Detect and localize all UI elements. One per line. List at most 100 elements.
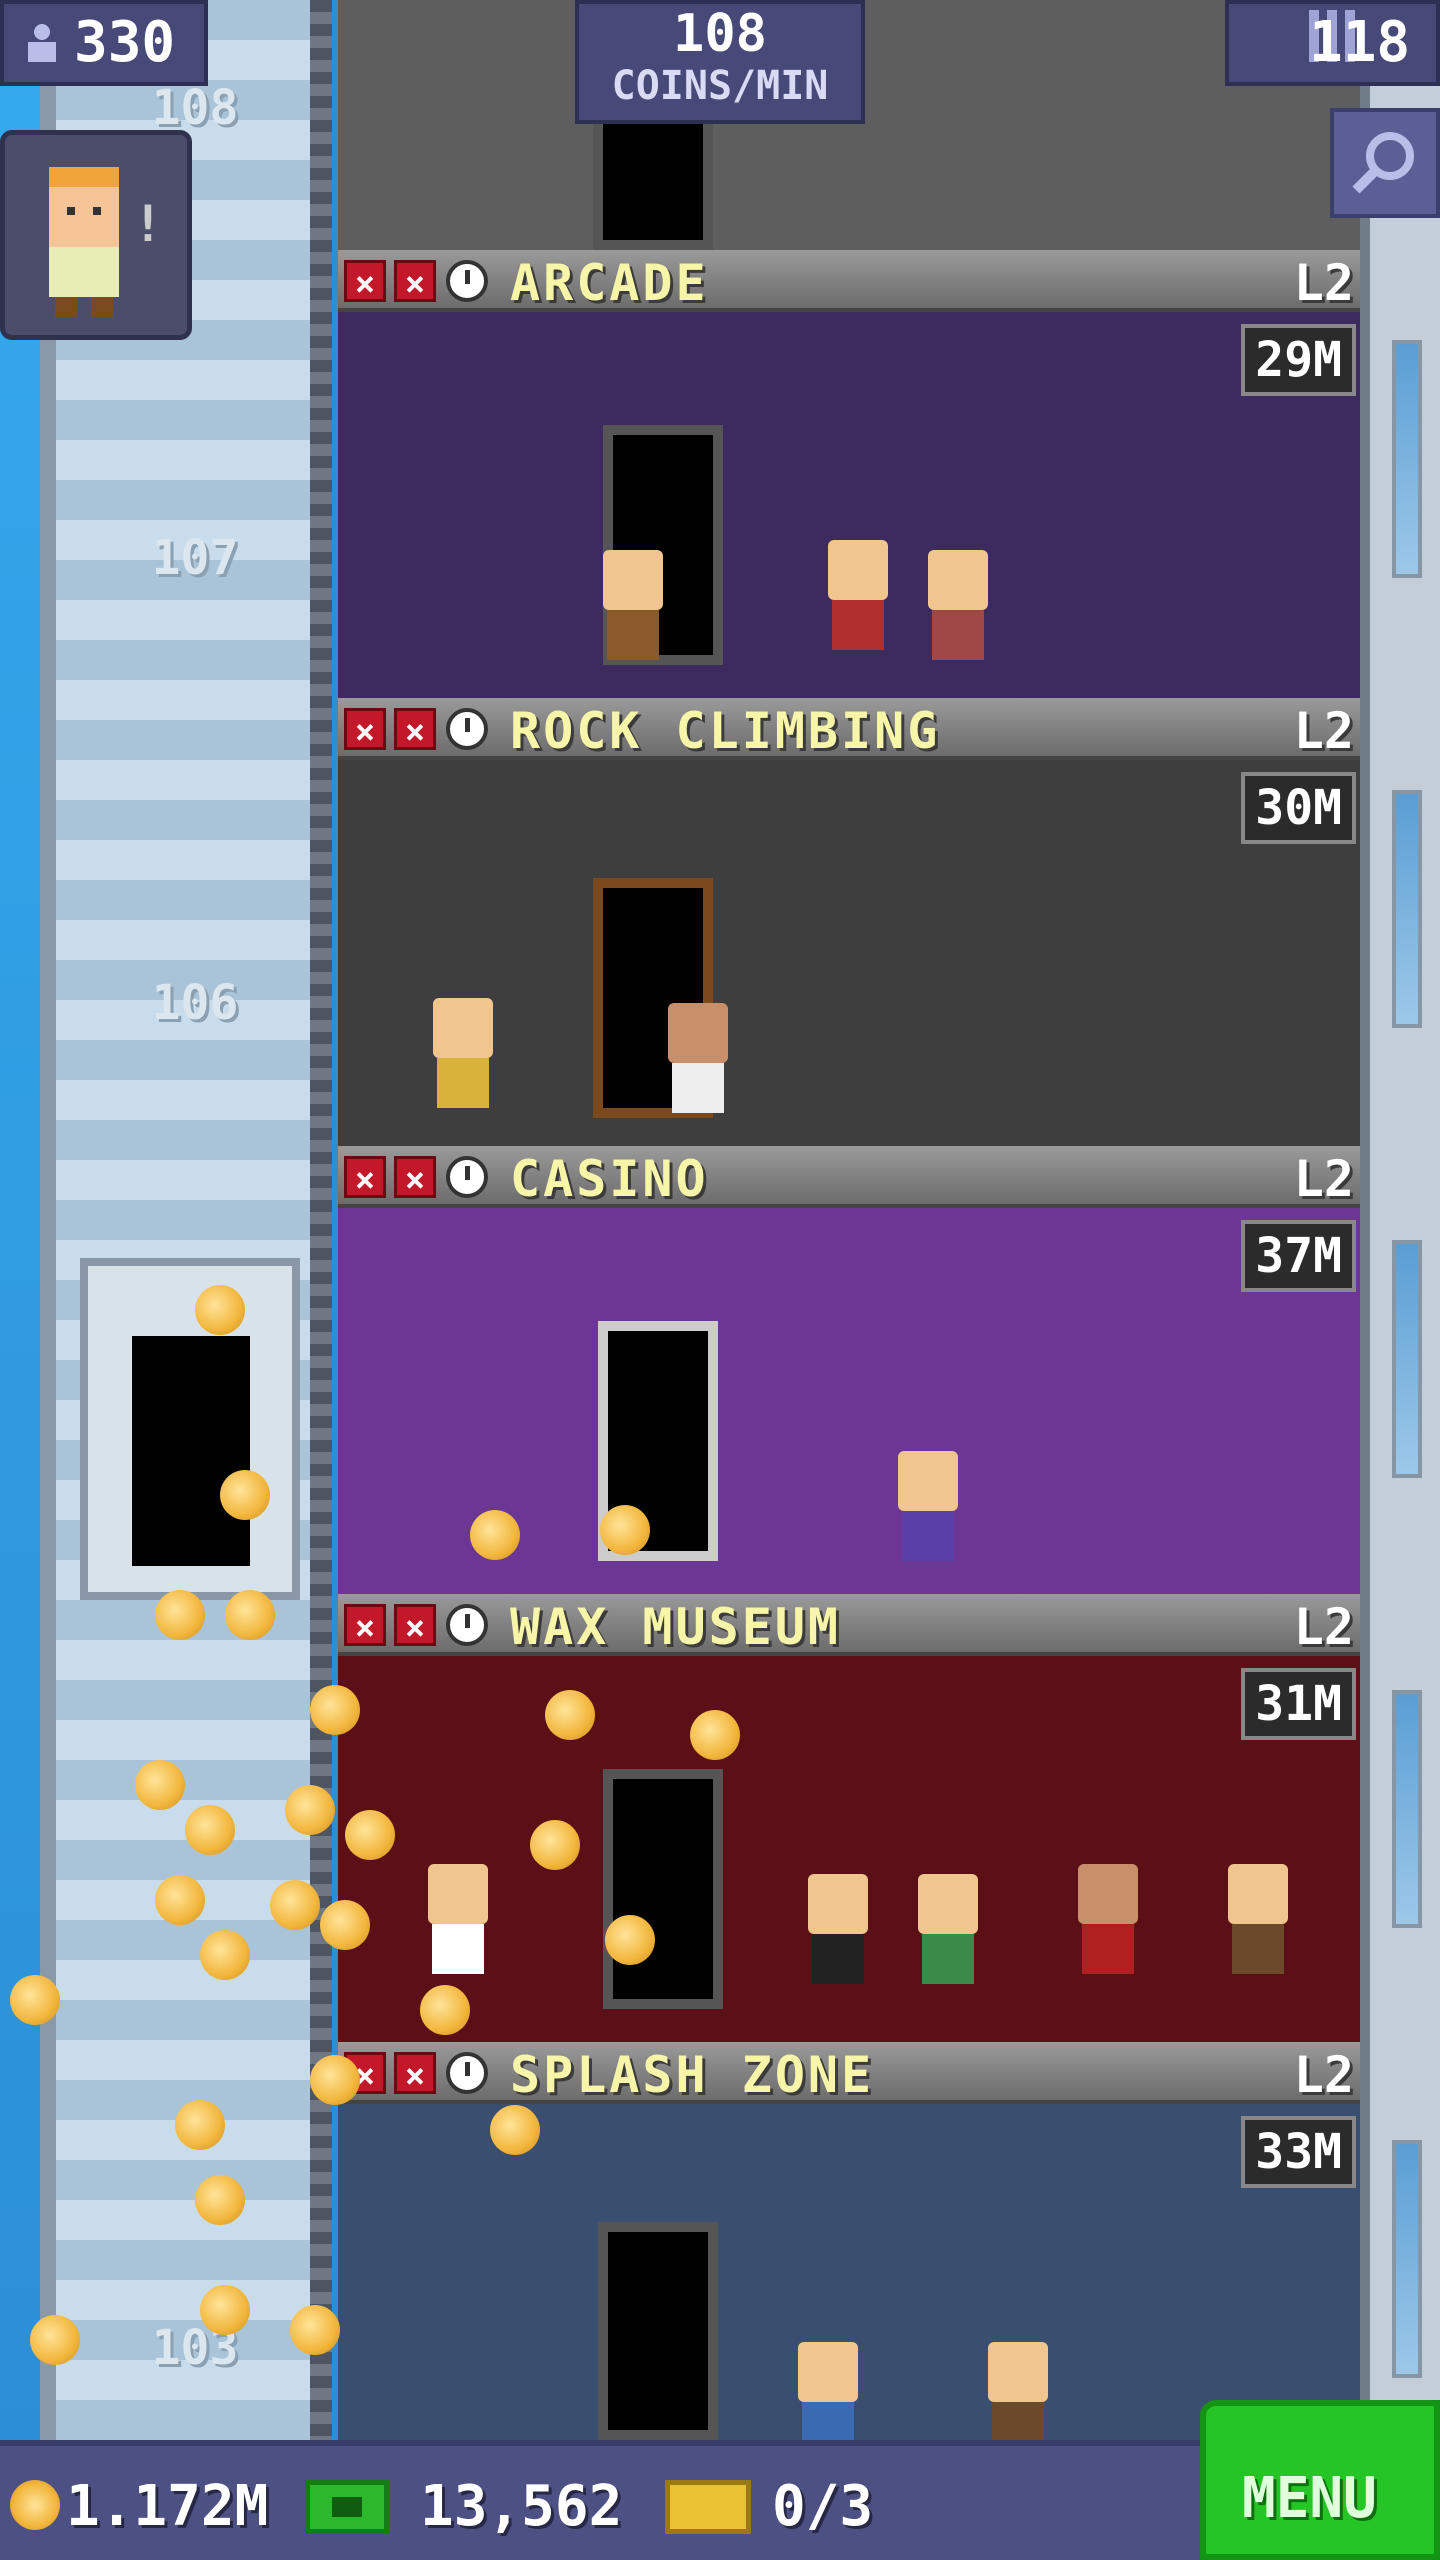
coin-particle: [30, 2315, 80, 2365]
coin-particle: [220, 1470, 270, 1520]
resident: [988, 2342, 1048, 2452]
clock-icon: [446, 1156, 488, 1198]
visitor-button[interactable]: !: [0, 130, 192, 340]
menu-label: MENU: [1242, 2466, 1377, 2531]
elevator-shaft: [40, 0, 330, 2440]
floor-level: L2: [1293, 2046, 1354, 2104]
menu-button[interactable]: MENU: [1200, 2400, 1440, 2560]
resident: [828, 540, 888, 650]
floor-count-value: 118: [1309, 10, 1411, 75]
x-icon: ×: [344, 260, 386, 304]
bux-icon: [305, 2480, 389, 2534]
coin-particle: [420, 1985, 470, 2035]
x-icon: ×: [394, 1604, 436, 1648]
floor-header: × × ARCADE L2: [338, 250, 1360, 312]
coin-particle: [530, 1820, 580, 1870]
population-value: 330: [74, 10, 176, 75]
floor-count-counter[interactable]: 118: [1225, 0, 1440, 86]
coin-particle: [490, 2105, 540, 2155]
clock-icon: [446, 1604, 488, 1646]
coin-particle: [175, 2100, 225, 2150]
shaft-floor-number: 107: [151, 530, 239, 586]
floor-timer: 30M: [1241, 772, 1356, 844]
shaft-floor-number: 106: [151, 975, 239, 1031]
coin-particle: [345, 1810, 395, 1860]
floor-timer: 31M: [1241, 1668, 1356, 1740]
clock-icon: [446, 2052, 488, 2094]
coin-particle: [545, 1690, 595, 1740]
clock-icon: [446, 260, 488, 302]
right-window: [1392, 1690, 1422, 1928]
floor-door: [598, 2222, 718, 2440]
floor-timer: 37M: [1241, 1220, 1356, 1292]
elevator-car[interactable]: [80, 1258, 300, 1600]
x-icon: ×: [394, 1156, 436, 1200]
clock-icon: [446, 708, 488, 750]
floor-level: L2: [1293, 702, 1354, 760]
coins-value: 1.172M: [66, 2474, 269, 2539]
x-icon: ×: [344, 708, 386, 752]
coins-per-minute-value: 108: [673, 4, 767, 64]
zoom-icon: [1352, 132, 1414, 194]
coin-particle: [605, 1915, 655, 1965]
right-window: [1392, 1240, 1422, 1478]
x-icon: ×: [394, 708, 436, 752]
coin-particle: [200, 1930, 250, 1980]
floor-header: × × CASINO L2: [338, 1146, 1360, 1208]
wax-figure: [1228, 1864, 1288, 1974]
floor-name: ARCADE: [510, 254, 709, 312]
tickets-value: 0/3: [772, 2474, 874, 2539]
floor-header: × × WAX MUSEUM L2: [338, 1594, 1360, 1656]
x-icon: ×: [344, 1604, 386, 1648]
floor-level: L2: [1293, 254, 1354, 312]
coin-particle: [185, 1805, 235, 1855]
population-icon: [28, 24, 56, 62]
floor-name: WAX MUSEUM: [510, 1598, 842, 1656]
coin-particle: [600, 1505, 650, 1555]
x-icon: ×: [394, 260, 436, 304]
resident: [898, 1451, 958, 1561]
coin-particle: [10, 1975, 60, 2025]
right-window: [1392, 790, 1422, 1028]
coin-particle: [285, 1785, 335, 1835]
zoom-button[interactable]: [1330, 108, 1440, 218]
floor-arcade[interactable]: × × ARCADE L2 29M: [338, 250, 1360, 700]
right-window: [1392, 2140, 1422, 2378]
floor-door: [603, 1769, 723, 2009]
floor-name: ROCK CLIMBING: [510, 702, 941, 760]
shaft-floor-number: 108: [151, 80, 239, 136]
coin-particle: [155, 1590, 205, 1640]
coin-particle: [290, 2305, 340, 2355]
x-icon: ×: [394, 2052, 436, 2096]
alert-mark: !: [132, 195, 163, 253]
floor-wax-museum[interactable]: × × WAX MUSEUM L2 31M: [338, 1594, 1360, 2044]
floor-timer: 33M: [1241, 2116, 1356, 2188]
coins-per-minute-label: COINS/MIN: [611, 63, 829, 109]
wax-figure: [808, 1874, 868, 1984]
floor-header: × × SPLASH ZONE L2: [338, 2042, 1360, 2104]
coin-particle: [200, 2285, 250, 2335]
floor-header: × × ROCK CLIMBING L2: [338, 698, 1360, 760]
right-window: [1392, 340, 1422, 578]
floor-rock-climbing[interactable]: × × ROCK CLIMBING L2 30M: [338, 698, 1360, 1148]
coin-particle: [310, 1685, 360, 1735]
wax-figure: [918, 1874, 978, 1984]
ticket-icon: [665, 2480, 751, 2534]
coin-particle: [310, 2055, 360, 2105]
wax-figure: [428, 1864, 488, 1974]
resident: [798, 2342, 858, 2452]
coin-icon: [10, 2480, 60, 2530]
wax-figure: [1078, 1864, 1138, 1974]
resident: [433, 998, 493, 1108]
resident: [928, 550, 988, 660]
coin-particle: [135, 1760, 185, 1810]
resident: [603, 550, 663, 660]
bux-value: 13,562: [420, 2474, 623, 2539]
floor-splash-zone[interactable]: × × SPLASH ZONE L2 33M: [338, 2042, 1360, 2452]
resident: [668, 1003, 728, 1113]
floor-level: L2: [1293, 1598, 1354, 1656]
coin-particle: [320, 1900, 370, 1950]
visitor-avatar: [49, 167, 119, 317]
coins-per-minute-panel: 108 COINS/MIN: [575, 0, 865, 124]
population-counter[interactable]: 330: [0, 0, 208, 86]
